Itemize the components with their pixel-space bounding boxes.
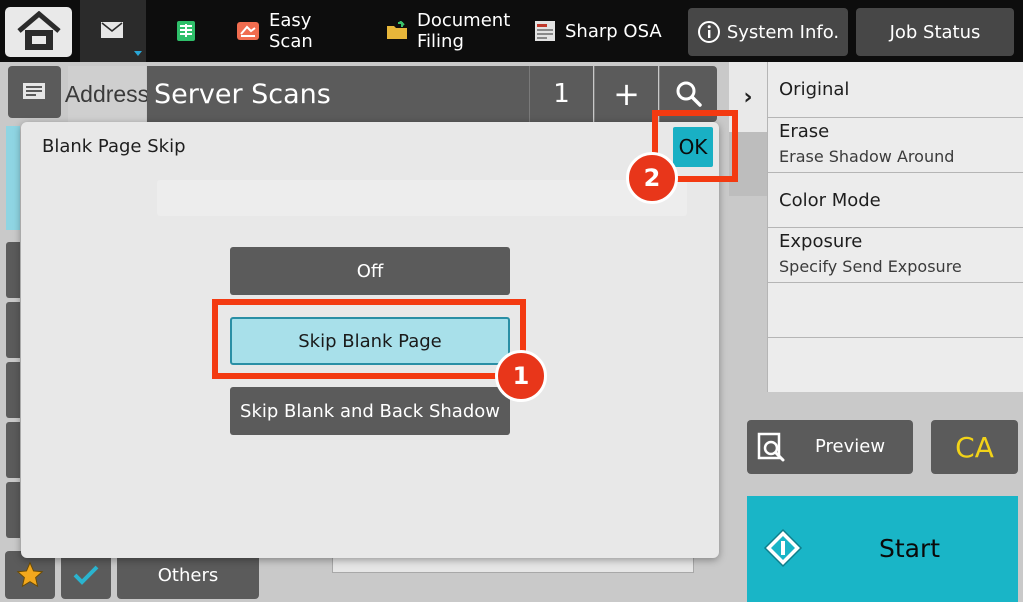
app-easy-scan[interactable]: Easy Scan — [236, 0, 313, 62]
others-button[interactable]: Others — [117, 551, 259, 599]
home-button[interactable] — [5, 7, 72, 57]
preview-button[interactable]: Preview — [747, 420, 913, 474]
side-button[interactable] — [6, 302, 20, 358]
panel-item-erase[interactable]: Erase Erase Shadow Around — [768, 118, 1023, 173]
address-count: 1 — [529, 66, 593, 122]
step-badge-2: 2 — [626, 152, 678, 204]
address-field[interactable]: Server Scans — [147, 66, 529, 122]
easy-scan-icon — [237, 22, 259, 40]
background-panel — [332, 556, 694, 573]
favorites-button[interactable] — [5, 551, 55, 599]
step-badge-1: 1 — [495, 350, 547, 402]
clear-all-button[interactable]: CA — [931, 420, 1018, 474]
search-icon — [676, 81, 702, 107]
job-status-button[interactable]: Job Status — [856, 8, 1014, 56]
address-label: Address — [65, 66, 149, 122]
spreadsheet-icon — [177, 21, 195, 41]
system-info-label: System Info. — [726, 21, 840, 43]
option-skip-blank-and-back-shadow-button[interactable]: Skip Blank and Back Shadow — [230, 387, 510, 435]
app-document-filing[interactable]: Document Filing — [386, 0, 510, 62]
preview-icon — [757, 432, 785, 462]
panel-item-title: Original — [779, 79, 850, 100]
top-bar: Easy Scan Document Filing Sharp OSA Syst… — [0, 0, 1023, 62]
document-filing-icon — [387, 21, 407, 39]
app-sharp-osa[interactable]: Sharp OSA — [534, 0, 662, 62]
side-button[interactable] — [6, 362, 20, 418]
start-label: Start — [879, 534, 941, 563]
address-book-icon — [23, 83, 45, 99]
app-easy-scan-label: Easy Scan — [269, 10, 313, 52]
app-sharp-osa-label: Sharp OSA — [565, 20, 662, 42]
info-icon — [697, 21, 720, 43]
option-off-button[interactable]: Off — [230, 247, 510, 295]
panel-item-empty — [768, 283, 1023, 338]
panel-item-title: Color Mode — [779, 190, 881, 211]
side-button[interactable] — [6, 242, 20, 298]
app-document-filing-label: Document Filing — [417, 10, 511, 52]
start-button[interactable]: Start — [747, 496, 1018, 602]
preview-label: Preview — [815, 436, 886, 457]
sharp-osa-icon — [535, 21, 555, 41]
job-status-label: Job Status — [889, 21, 981, 43]
home-icon — [17, 11, 61, 50]
checkmark-icon — [73, 565, 99, 585]
side-button[interactable] — [6, 482, 20, 538]
scan-to-email-tab[interactable] — [80, 0, 146, 62]
address-book-button[interactable] — [8, 66, 61, 118]
settings-panel: Original Erase Erase Shadow Around Color… — [767, 62, 1023, 392]
app-tile-green[interactable] — [166, 0, 206, 62]
chevron-right-icon: › — [743, 84, 753, 110]
add-address-button[interactable]: + — [594, 66, 658, 122]
start-icon — [763, 528, 803, 568]
panel-item-exposure[interactable]: Exposure Specify Send Exposure — [768, 228, 1023, 283]
selected-row-edge — [6, 126, 20, 230]
panel-item-subtitle: Erase Shadow Around — [779, 147, 955, 166]
checkmark-button[interactable] — [61, 551, 111, 599]
star-icon — [16, 561, 44, 588]
dialog-ghost-field — [157, 180, 687, 216]
envelope-icon — [101, 22, 123, 38]
dialog-title: Blank Page Skip — [42, 136, 186, 157]
side-button[interactable] — [6, 422, 20, 478]
panel-item-color-mode[interactable]: Color Mode — [768, 173, 1023, 228]
panel-item-original[interactable]: Original — [768, 62, 1023, 118]
caret-down-icon — [134, 51, 142, 56]
panel-item-subtitle: Specify Send Exposure — [779, 257, 962, 276]
highlight-skip-blank-box — [212, 299, 526, 379]
panel-item-title: Exposure — [779, 231, 863, 252]
panel-item-title: Erase — [779, 121, 830, 142]
system-info-button[interactable]: System Info. — [688, 8, 848, 56]
